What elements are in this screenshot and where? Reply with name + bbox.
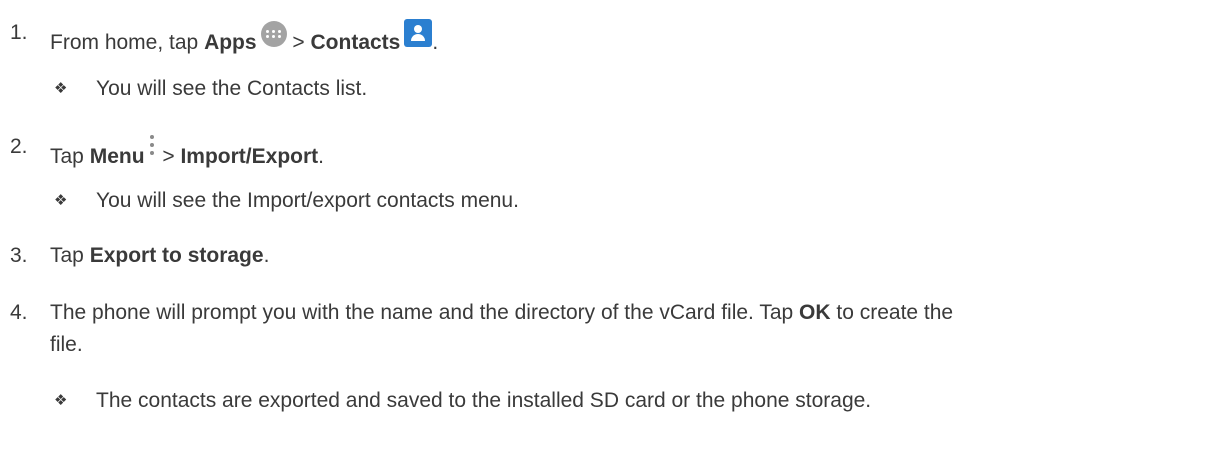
step-1-note: ❖ You will see the Contacts list. bbox=[54, 75, 367, 103]
step-2-note: ❖ You will see the Import/export contacts… bbox=[54, 187, 519, 215]
step-text-post: . bbox=[432, 31, 439, 54]
step-text: Tap Export to storage. bbox=[50, 242, 269, 270]
menu-icon bbox=[147, 133, 157, 159]
bullet-diamond-icon: ❖ bbox=[54, 80, 68, 97]
bullet-diamond-icon: ❖ bbox=[54, 392, 68, 409]
step-number: 3. bbox=[10, 244, 28, 267]
contacts-label: Contacts bbox=[310, 31, 401, 54]
step-text: The phone will prompt you with the name … bbox=[50, 299, 953, 327]
apps-label: Apps bbox=[204, 31, 257, 54]
step-text-pre: From home, tap bbox=[50, 31, 205, 54]
step-4-note: ❖ The contacts are exported and saved to … bbox=[54, 387, 871, 415]
note-text: The contacts are exported and saved to t… bbox=[96, 389, 872, 412]
step-text-post: to create the bbox=[830, 301, 954, 324]
step-number: 4. bbox=[10, 301, 28, 324]
step-text: Tap Menu > Import/Export. bbox=[50, 133, 324, 171]
step-text-pre: The phone will prompt you with the name … bbox=[50, 301, 800, 324]
import-export-label: Import/Export bbox=[180, 145, 319, 168]
contacts-icon bbox=[404, 19, 433, 47]
separator: > bbox=[156, 145, 181, 168]
separator: > bbox=[286, 31, 311, 54]
step-number: 2. bbox=[10, 135, 28, 158]
export-to-storage-label: Export to storage bbox=[89, 244, 264, 267]
step-text: From home, tap Apps > Contacts. bbox=[50, 19, 438, 57]
step-text-pre: Tap bbox=[50, 244, 90, 267]
step-text-line2: file. bbox=[50, 333, 83, 356]
step-text-post: . bbox=[318, 145, 324, 168]
step-text-post: . bbox=[263, 244, 270, 267]
bullet-diamond-icon: ❖ bbox=[54, 192, 68, 209]
apps-icon bbox=[260, 21, 287, 47]
menu-label: Menu bbox=[89, 145, 145, 168]
note-text: You will see the Contacts list. bbox=[96, 77, 368, 100]
step-text-pre: Tap bbox=[50, 145, 90, 168]
ok-label: OK bbox=[799, 301, 831, 324]
step-number: 1. bbox=[10, 21, 28, 44]
note-text: You will see the Import/export contacts … bbox=[96, 189, 519, 212]
